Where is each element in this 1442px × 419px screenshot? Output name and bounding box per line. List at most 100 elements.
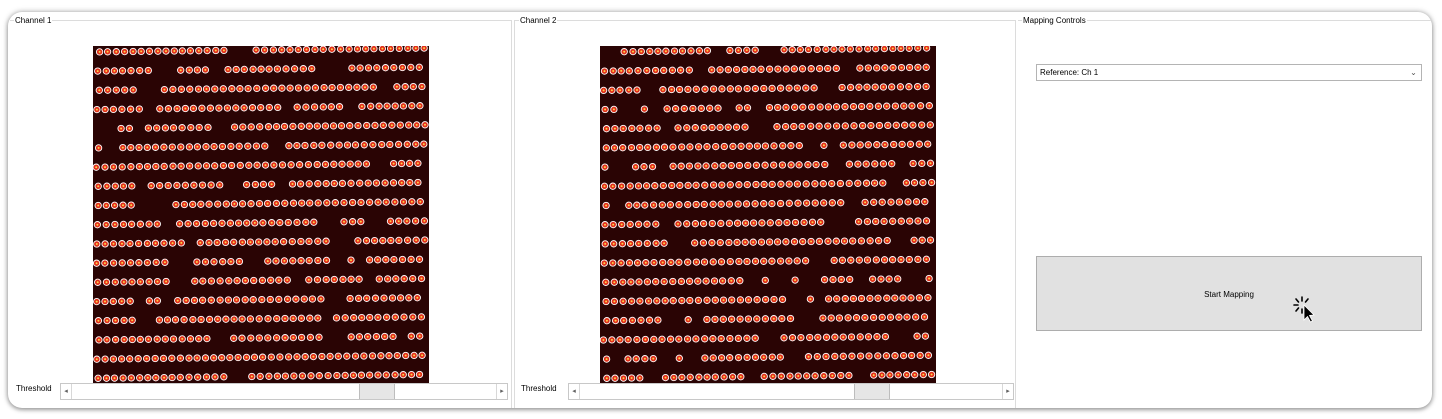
spot-core — [299, 240, 302, 243]
channel-1-image[interactable] — [93, 46, 429, 383]
spot-core — [779, 356, 782, 359]
spot-core — [756, 145, 759, 148]
spot-core — [630, 300, 633, 303]
spot-core — [793, 67, 796, 70]
spot-core — [150, 184, 153, 187]
chevron-right-icon[interactable]: ▸ — [1003, 384, 1013, 399]
spot-core — [807, 355, 810, 358]
spot-core — [744, 126, 746, 129]
slider-thumb[interactable] — [359, 384, 395, 399]
spot-core — [720, 184, 723, 186]
spot-core — [292, 375, 295, 377]
spot-core — [893, 297, 896, 300]
chevron-left-icon[interactable]: ◂ — [569, 384, 579, 399]
spot-core — [105, 70, 108, 72]
spot-core — [710, 68, 713, 71]
spot-core — [193, 280, 196, 283]
channel-2-image[interactable] — [600, 46, 936, 383]
spot-core — [418, 258, 421, 261]
spot-core — [199, 241, 202, 244]
spot-core — [129, 146, 132, 149]
spot-core — [354, 355, 357, 358]
spot-core — [310, 374, 312, 377]
spot-core — [266, 260, 269, 263]
spot-core — [388, 143, 391, 146]
spot-core — [727, 68, 730, 71]
slider-track[interactable] — [71, 384, 497, 399]
spot-core — [312, 355, 315, 358]
spot-core — [884, 335, 887, 338]
spot-core — [694, 337, 697, 340]
start-mapping-label: Start Mapping — [1204, 290, 1254, 299]
spot-core — [603, 166, 606, 169]
slider-track[interactable] — [579, 384, 1003, 399]
spot-core — [291, 259, 294, 262]
spot-core — [261, 279, 264, 282]
spot-core — [760, 221, 763, 224]
spot-core — [263, 145, 266, 147]
spot-core — [383, 297, 385, 300]
spot-core — [264, 164, 267, 167]
spot-core — [325, 182, 328, 185]
chevron-down-icon[interactable]: ⌄ — [1408, 67, 1419, 78]
spot-core — [291, 240, 294, 243]
spot-core — [689, 376, 692, 379]
spot-core — [731, 145, 734, 148]
spot-core — [276, 68, 279, 70]
spot-core — [411, 316, 414, 318]
spot-core — [643, 357, 646, 360]
spot-core — [113, 69, 116, 72]
spot-core — [301, 374, 304, 377]
spot-core — [860, 239, 863, 242]
spot-core — [603, 70, 606, 73]
spot-core — [918, 296, 921, 299]
chevron-right-icon[interactable]: ▸ — [497, 384, 507, 399]
spot-core — [216, 241, 219, 244]
reference-select[interactable]: Reference: Ch 1 ⌄ — [1036, 64, 1422, 81]
spot-core — [890, 201, 892, 204]
spot-core — [613, 127, 616, 130]
spot-core — [755, 164, 758, 167]
spot-core — [905, 181, 908, 184]
spot-core — [610, 89, 613, 92]
spot-core — [654, 280, 657, 283]
spot-core — [187, 222, 190, 225]
spot-core — [250, 375, 253, 378]
spot-core — [386, 105, 389, 108]
spot-core — [213, 164, 216, 167]
spot-core — [695, 184, 698, 187]
spot-core — [866, 47, 869, 50]
channel-1-threshold-label: Threshold — [16, 384, 52, 393]
spot-core — [720, 337, 723, 340]
spot-core — [656, 50, 659, 53]
spot-core — [320, 144, 323, 147]
spot-core — [252, 68, 255, 71]
spot-core — [224, 318, 227, 321]
start-mapping-button[interactable]: Start Mapping — [1036, 256, 1422, 331]
spot-core — [779, 202, 782, 205]
spot-core — [771, 87, 774, 90]
spot-core — [356, 47, 359, 50]
channel-1-threshold-slider[interactable]: ◂ ▸ — [60, 383, 508, 400]
spot-core — [337, 355, 340, 358]
spot-core — [377, 201, 380, 204]
spot-core — [358, 278, 361, 281]
spot-core — [712, 88, 715, 90]
spot-core — [620, 223, 623, 226]
spot-core — [129, 165, 132, 168]
spot-core — [292, 202, 295, 205]
spot-core — [635, 357, 638, 360]
channel-2-threshold-slider[interactable]: ◂ ▸ — [568, 383, 1014, 400]
spot-core — [115, 89, 118, 92]
spot-core — [172, 165, 174, 168]
spot-core — [292, 317, 295, 320]
spot-core — [762, 356, 765, 359]
spot-core — [406, 239, 409, 242]
spot-core — [351, 220, 354, 223]
spot-core — [372, 47, 375, 50]
spot-core — [158, 319, 161, 321]
spot-core — [192, 107, 195, 110]
slider-thumb[interactable] — [854, 384, 890, 399]
spot-core — [154, 242, 157, 245]
chevron-left-icon[interactable]: ◂ — [61, 384, 71, 399]
